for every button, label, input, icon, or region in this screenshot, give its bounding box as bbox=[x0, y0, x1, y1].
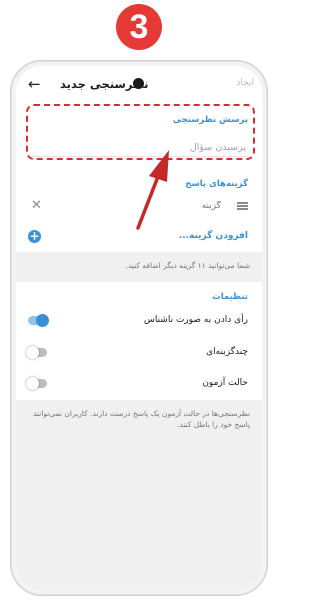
add-option-label: افزودن گزینه... bbox=[178, 231, 248, 241]
option-input[interactable] bbox=[56, 198, 221, 214]
setting-label: رأی دادن به صورت ناشناس bbox=[143, 315, 248, 325]
setting-quiz-mode[interactable]: حالت آزمون bbox=[16, 373, 262, 395]
hint-band: شما می‌توانید ۱۱ گزینه دیگر اضافه کنید. bbox=[16, 252, 262, 282]
settings-section-label: تنظیمات bbox=[212, 292, 248, 302]
drag-handle-icon[interactable] bbox=[237, 202, 248, 210]
setting-multiple-choice[interactable]: چندگزینه‌ای bbox=[16, 342, 262, 364]
plus-circle-icon: + bbox=[28, 229, 41, 243]
anonymous-toggle[interactable] bbox=[28, 314, 49, 327]
options-hint: شما می‌توانید ۱۱ گزینه دیگر اضافه کنید. bbox=[125, 261, 250, 270]
add-option-button[interactable]: + افزودن گزینه... bbox=[16, 228, 262, 246]
step-number-badge: 3 bbox=[116, 4, 162, 50]
question-section-label: پرسش نظرسنجی bbox=[172, 115, 248, 125]
options-section-label: گزینه‌های پاسخ bbox=[185, 179, 248, 189]
close-icon[interactable]: ✕ bbox=[31, 198, 42, 213]
setting-label: حالت آزمون bbox=[202, 378, 248, 388]
setting-anonymous-voting[interactable]: رأی دادن به صورت ناشناس bbox=[16, 310, 262, 332]
question-underline bbox=[30, 156, 251, 157]
setting-label: چندگزینه‌ای bbox=[206, 347, 248, 357]
multiple-choice-toggle[interactable] bbox=[26, 346, 47, 359]
create-button[interactable]: ایجاد bbox=[236, 78, 254, 88]
arrow-left-icon[interactable]: ← bbox=[28, 75, 41, 93]
quiz-mode-note: نظرسنجی‌ها در حالت آزمون یک پاسخ درست دا… bbox=[32, 409, 250, 429]
footer-band: نظرسنجی‌ها در حالت آزمون یک پاسخ درست دا… bbox=[16, 400, 262, 590]
question-input[interactable] bbox=[46, 139, 246, 155]
app-screen: ← نظرسنجی جدید ایجاد پرسش نظرسنجی گزینه‌… bbox=[16, 66, 262, 590]
option-row: ✕ bbox=[16, 194, 262, 218]
quiz-mode-toggle[interactable] bbox=[26, 377, 47, 390]
camera-hole bbox=[133, 78, 144, 89]
